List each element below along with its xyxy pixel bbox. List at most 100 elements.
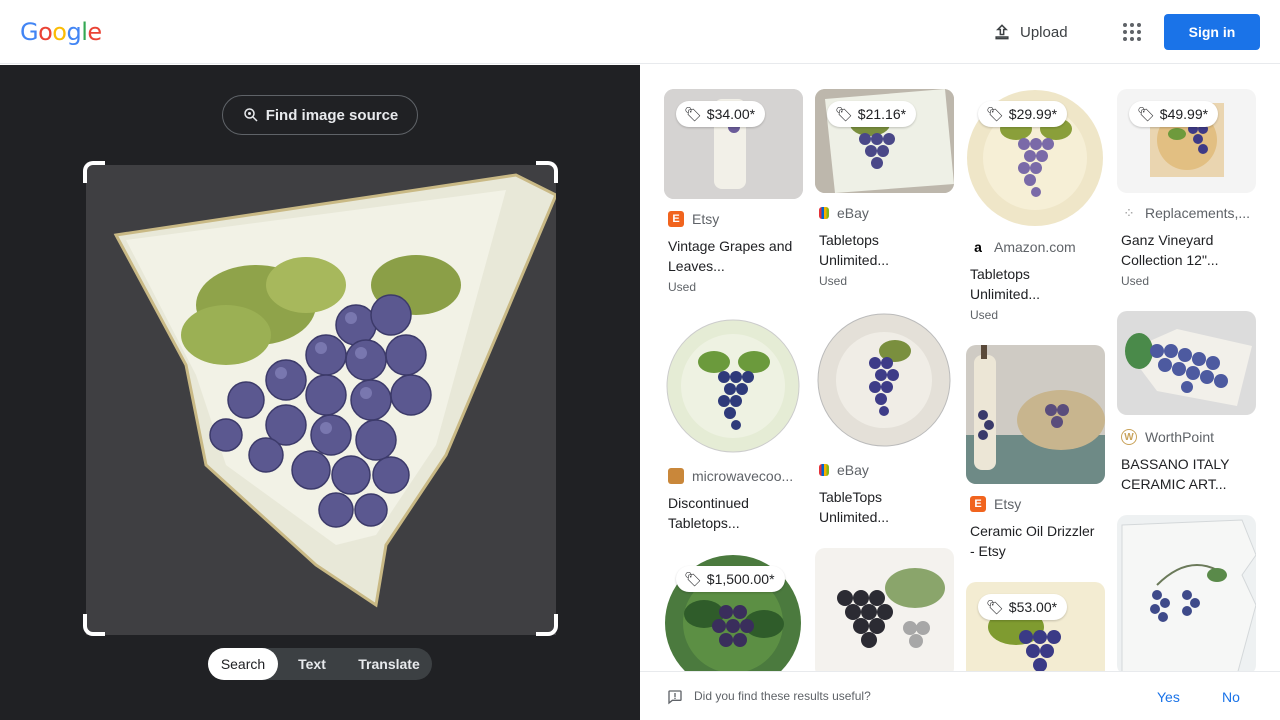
result-card[interactable]: 🏷 $34.00* E Etsy Vintage Grapes and Leaves… — [664, 89, 803, 299]
source-name: Replacements,... — [1145, 205, 1251, 221]
price-value: $21.16* — [857, 106, 907, 122]
result-source: microwavecoo... — [668, 468, 804, 484]
price-tag-icon: 🏷 — [684, 570, 702, 587]
grape-plate-image — [86, 165, 556, 635]
lens-mode-switcher: Search Text Translate — [208, 648, 432, 680]
replacements-icon: ⁘ — [1121, 205, 1137, 221]
condition-tag: Used — [1121, 274, 1150, 288]
upload-icon — [995, 24, 1009, 40]
result-card[interactable]: eBay TableTops Unlimited... — [815, 311, 954, 541]
price-value: $49.99* — [1159, 106, 1209, 122]
result-thumbnail[interactable] — [1117, 311, 1256, 415]
mode-text-tab[interactable]: Text — [278, 648, 346, 680]
google-apps-icon[interactable] — [1120, 20, 1144, 44]
result-source: eBay — [819, 205, 955, 221]
source-name: Amazon.com — [994, 239, 1076, 255]
result-card[interactable]: W WorthPoint BASSANO ITALY CERAMIC ART... — [1117, 311, 1256, 501]
feedback-icon — [668, 690, 682, 705]
result-card[interactable]: 🏷 $21.16* eBay Tabletops Unlimited... Use… — [815, 89, 954, 299]
price-badge: 🏷 $21.16* — [827, 101, 917, 127]
worthpoint-icon: W — [1121, 429, 1137, 445]
upload-label: Upload — [1020, 23, 1068, 41]
result-title[interactable]: Discontinued Tabletops... — [668, 493, 800, 533]
source-name: Etsy — [994, 496, 1022, 512]
crop-handle-bottom-left[interactable] — [83, 614, 105, 636]
logo-letter: o — [38, 18, 53, 46]
result-card[interactable] — [815, 548, 954, 671]
source-name: microwavecoo... — [692, 468, 794, 484]
price-badge: 🏷 $1,500.00* — [676, 566, 785, 592]
result-card[interactable] — [1117, 515, 1256, 671]
result-source: eBay — [819, 462, 955, 478]
condition-tag: Used — [668, 280, 697, 294]
feedback-bar: Did you find these results useful? Yes N… — [640, 671, 1280, 720]
result-thumbnail[interactable] — [815, 548, 954, 671]
result-title[interactable]: Tabletops Unlimited... — [819, 230, 951, 270]
result-title[interactable]: Tabletops Unlimited... — [970, 264, 1102, 304]
result-thumbnail[interactable] — [664, 317, 803, 456]
result-source: W WorthPoint — [1121, 429, 1257, 445]
result-card[interactable]: E Etsy Ceramic Oil Drizzler - Etsy — [966, 345, 1105, 565]
result-thumbnail[interactable] — [815, 311, 954, 450]
find-image-source-button[interactable]: Find image source — [222, 95, 418, 135]
logo-letter: o — [52, 18, 67, 46]
condition-tag: Used — [970, 308, 999, 322]
mode-translate-tab[interactable]: Translate — [346, 648, 432, 680]
price-value: $1,500.00* — [706, 571, 775, 587]
etsy-icon: E — [970, 496, 986, 512]
price-tag-icon: 🏷 — [986, 105, 1004, 122]
result-thumbnail[interactable] — [966, 345, 1105, 484]
result-source: a Amazon.com — [970, 239, 1106, 255]
result-title[interactable]: TableTops Unlimited... — [819, 487, 951, 527]
result-thumbnail[interactable] — [1117, 515, 1256, 671]
feedback-question: Did you find these results useful? — [694, 689, 871, 703]
source-name: WorthPoint — [1145, 429, 1214, 445]
result-title[interactable]: Ceramic Oil Drizzler - Etsy — [970, 521, 1102, 561]
upload-button[interactable]: Upload — [992, 20, 1068, 44]
price-value: $29.99* — [1008, 106, 1058, 122]
google-logo[interactable]: Google — [20, 18, 102, 46]
top-header: Google Upload Sign in — [0, 0, 1280, 64]
ebay-icon — [819, 207, 829, 219]
price-badge: 🏷 $49.99* — [1129, 101, 1219, 127]
ebay-icon — [819, 464, 829, 476]
source-name: eBay — [837, 205, 869, 221]
crop-handle-top-left[interactable] — [83, 161, 105, 183]
logo-letter: g — [66, 18, 82, 46]
price-badge: 🏷 $29.99* — [978, 101, 1068, 127]
result-title[interactable]: Ganz Vineyard Collection 12"... — [1121, 230, 1253, 270]
feedback-yes-button[interactable]: Yes — [1157, 689, 1180, 705]
query-image[interactable] — [86, 165, 556, 635]
condition-tag: Used — [819, 274, 848, 288]
find-image-source-label: Find image source — [265, 106, 399, 124]
logo-letter: e — [87, 18, 102, 46]
visual-matches-grid: 🏷 $34.00* E Etsy Vintage Grapes and Leaves… — [640, 65, 1280, 671]
price-value: $53.00* — [1008, 599, 1058, 615]
result-title[interactable]: BASSANO ITALY CERAMIC ART... — [1121, 454, 1253, 494]
source-name: Etsy — [692, 211, 720, 227]
result-title[interactable]: Vintage Grapes and Leaves... — [668, 236, 800, 276]
price-tag-icon: 🏷 — [684, 105, 702, 122]
result-source: E Etsy — [970, 496, 1106, 512]
price-value: $34.00* — [706, 106, 756, 122]
price-badge: 🏷 $53.00* — [978, 594, 1068, 620]
feedback-no-button[interactable]: No — [1222, 689, 1240, 705]
lens-query-panel: Find image source Search Text Translate — [0, 65, 640, 720]
source-name: eBay — [837, 462, 869, 478]
result-card[interactable]: 🏷 $53.00* — [966, 582, 1105, 671]
price-tag-icon: 🏷 — [835, 105, 853, 122]
result-card[interactable]: 🏷 $49.99* ⁘ Replacements,... Ganz Vineyard… — [1117, 89, 1256, 299]
etsy-icon: E — [668, 211, 684, 227]
price-badge: 🏷 $34.00* — [676, 101, 766, 127]
result-source: E Etsy — [668, 211, 804, 227]
result-card[interactable]: 🏷 $29.99* a Amazon.com Tabletops Unlimited… — [966, 89, 1105, 329]
price-tag-icon: 🏷 — [986, 598, 1004, 615]
microwave-site-icon — [668, 468, 684, 484]
sign-in-button[interactable]: Sign in — [1164, 14, 1260, 50]
result-source: ⁘ Replacements,... — [1121, 205, 1257, 221]
result-card[interactable]: 🏷 $1,500.00* — [664, 554, 803, 671]
crop-handle-bottom-right[interactable] — [536, 614, 558, 636]
crop-handle-top-right[interactable] — [536, 161, 558, 183]
result-card[interactable]: microwavecoo... Discontinued Tabletops..… — [664, 317, 803, 547]
mode-search-tab[interactable]: Search — [208, 648, 278, 680]
